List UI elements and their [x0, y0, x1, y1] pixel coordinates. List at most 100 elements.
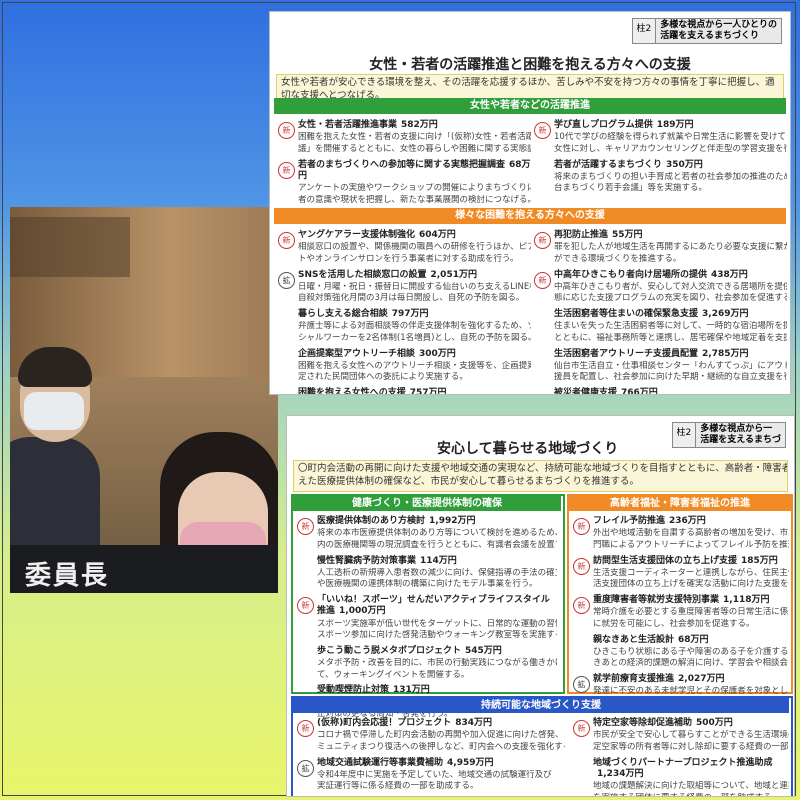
budget-item: 生活困窮者等住まいの確保緊急支援 3,269万円 住まいを失った生活困窮者等に対して…: [532, 309, 787, 344]
item-amount: 236万円: [669, 516, 706, 526]
item-description: 自殺対策強化月間の3月は毎日開設し、自死の予防を図る。: [298, 293, 525, 304]
item-description: 者の意識や現状を把握し、新たな事業展開の検討につなげる。: [298, 194, 531, 205]
item-amount: 834万円: [455, 718, 493, 728]
budget-item: 慢性腎臓病予防対策事業 114万円 人工透析の新規導入患者数の減少に向け、保健指導の…: [295, 556, 557, 591]
item-description: 門職によるアウトリーチによってフレイル予防を推進する: [593, 539, 789, 550]
new-badge: 新: [297, 518, 314, 535]
item-amount: 604万円: [419, 230, 456, 240]
pillar-text-line-2: 活躍を支えるまちづくり: [660, 30, 759, 41]
item-heading: 女性・若者活躍推進事業 582万円: [298, 120, 531, 131]
budget-item: 新若者のまちづくりへの参加等に関する実態把握調査 68万円 アンケートの実施やワーク…: [276, 160, 531, 206]
item-description: スポーツ実施率が低い世代をターゲットに、日常的な運動の習慣化を図るため、: [317, 618, 557, 629]
policy-document-1: 柱2 多様な視点から一人ひとりの 活躍を支えるまちづくり 女性・若者の活躍推進と…: [270, 12, 790, 394]
budget-item: 企画提案型アウトリーチ相談 300万円 困難を抱える女性へのアウトリーチ相談・支援等…: [276, 349, 531, 384]
policy-document-2: 柱2 多様な視点から一 活躍を支えるまちづ 安心して暮らせる地域づくり 〇町内会…: [287, 416, 794, 796]
item-description: に就労を可能にし、社会参加を促進する。: [593, 618, 755, 629]
item-heading: 学び直しプログラム提供 189万円: [554, 120, 787, 131]
item-heading: 地域交通試験運行等事業費補助 4,959万円: [317, 758, 565, 769]
item-description: トやオンラインサロンを行う事業者に対する助成を行う。: [298, 253, 519, 264]
new-badge: 新: [573, 518, 590, 535]
budget-item: 被災者健康支援766万円被災された方々の心と体の健康状態を把握し、健康づくりや心…: [532, 388, 787, 394]
new-badge: 新: [534, 271, 551, 289]
item-name: 地域づくりパートナープロジェクト推進助成: [593, 757, 773, 768]
item-name: (仮称)町内会応援！プロジェクト: [317, 718, 452, 728]
budget-item: 暮らし支える総合相談 797万円 弁護士等による対面相談等の伴走支援体制を強化するた…: [276, 309, 531, 344]
item-amount: 2,051万円: [430, 269, 477, 280]
item-heading: 生活困窮者アウトリーチ支援員配置 2,785万円: [554, 349, 787, 360]
section2-right: 新再犯防止推進55万円罪を犯した人が地域生活を再開するにあたり必要な支援に繋がる…: [532, 230, 787, 394]
item-description: 中高年ひきこもり者が、安心して対人交流できる居場所を提供し、状: [554, 281, 787, 292]
expanded-badge: 拡: [297, 759, 314, 777]
item-amount: 757万円: [409, 388, 447, 394]
item-name: ヤングケアラー支援体制強化: [298, 230, 416, 240]
budget-item: 新「いいね！スポーツ」せんだいアクティブライフスタイル推進 1,000万円 スポーツ…: [295, 595, 557, 641]
item-heading: 医療提供体制のあり方検討 1,992万円: [317, 516, 557, 527]
item-name: 女性・若者活躍推進事業: [298, 120, 398, 130]
item-description: とともに、福祉事務所等と連携し、居宅確保や地域定着を支援する。: [554, 332, 787, 343]
item-description: を実施する団体に要する経費の一部を助成する。: [593, 793, 789, 796]
item-name: 若者が活躍するまちづくり: [554, 159, 663, 170]
item-name: 学び直しプログラム提供: [554, 120, 653, 130]
item-description: メタボ予防・改善を目的に、市民の行動実践につながる働きかけとし: [317, 658, 557, 668]
item-description: 外出や地域活動を自粛する高齢者の増加を受け、市民と: [593, 528, 789, 539]
budget-item: 生活困窮者アウトリーチ支援員配置 2,785万円 仙台市生活自立・仕事相談センター「…: [532, 349, 787, 384]
item-heading: 受動喫煙防止対策 131万円: [317, 685, 557, 696]
budget-item: 地域づくりパートナープロジェクト推進助成1,234万円 地域の課題解決に向けた取組…: [571, 758, 789, 797]
item-name: 慢性腎臓病予防対策事業: [317, 555, 417, 566]
item-amount: 350万円: [666, 159, 703, 170]
pillar-tag: 柱2 多様な視点から一人ひとりの 活躍を支えるまちづくり: [631, 18, 782, 44]
item-amount: 55万円: [612, 230, 643, 240]
document-intro-2: 〇町内会活動の再開に向けた支援や地域交通の実現など、持続可能な地域づくりを目指す…: [293, 460, 788, 492]
person-left-mask: [24, 392, 84, 430]
item-amount: 1,118万円: [723, 595, 770, 605]
item-description: 態に応じた支援プログラムの充実を図り、社会参加を促進する。: [554, 293, 787, 304]
item-description: 議」を開催するとともに、女性の暮らしや困難に関する実態調査を行う。: [298, 143, 531, 154]
item-description: アンケートの実施やワークショップの開催によりまちづくりに関する若: [298, 183, 531, 193]
budget-item: 新学び直しプログラム提供 189万円 10代で学びの経験を得られず就業や日常生活に影…: [532, 120, 787, 155]
item-name: 就学前療育支援推進: [593, 674, 675, 684]
item-description: て、ウォーキングイベントを開催する。: [317, 669, 470, 680]
item-heading: 若者のまちづくりへの参加等に関する実態把握調査 68万円: [298, 160, 531, 183]
item-amount: 2,785万円: [702, 348, 749, 359]
item-name: 若者のまちづくりへの参加等に関する実態把握調査: [298, 159, 506, 170]
expanded-badge: 拡: [573, 676, 590, 693]
budget-item: 拡地域交通試験運行等事業費補助 4,959万円 令和4年度中に実施を予定していた、地…: [295, 758, 565, 793]
item-amount: 300万円: [419, 348, 456, 359]
section1-left: 新女性・若者活躍推進事業 582万円 困難を抱えた女性・若者の支援に向け「(仮称)女…: [276, 120, 531, 210]
item-description: 弁護士等による対面相談等の伴走支援体制を強化するため、ソー: [298, 321, 531, 332]
meeting-photo: [10, 207, 278, 592]
item-description: 定空家等の所有者等に対し除却に要する経費の一部を助成: [593, 741, 789, 752]
budget-item: 親なきあと生活設計68万円ひきこもり状態にある子や障害のある子を介護する親が親き…: [571, 635, 789, 670]
item-heading: 重度障害者等就労支援特別事業 1,118万円: [593, 595, 789, 606]
item-heading: 若者が活躍するまちづくり 350万円: [554, 160, 787, 171]
item-description: きあとの経済的課題の解消に向け、学習会や相談会を実施: [593, 658, 789, 669]
item-amount: 189万円: [656, 120, 694, 130]
item-heading: 困難を抱える女性への支援 757万円: [298, 388, 531, 394]
budget-item: 拡 SNSを活用した相談窓口の設置 2,051万円 日曜・月曜・祝日・振替日に開設する…: [276, 270, 531, 305]
item-amount: 3,269万円: [702, 309, 749, 319]
budget-item: 新医療提供体制のあり方検討 1,992万円 将来の本市医療提供体制のあり方等について…: [295, 516, 557, 551]
item-heading: 被災者健康支援 766万円: [554, 388, 787, 394]
budget-item: 新再犯防止推進55万円罪を犯した人が地域生活を再開するにあたり必要な支援に繋がる…: [532, 230, 787, 265]
window-glass: [10, 217, 130, 277]
section-header-welfare: 高齢者福祉・障害者福祉の推進: [569, 496, 791, 511]
item-description: 実証運行等に係る経費の一部を助成する。: [317, 781, 479, 792]
item-description: 住まいを失った生活困窮者等に対して、一時的な宿泊場所を提供する: [554, 321, 787, 332]
item-amount: 797万円: [391, 309, 429, 319]
new-badge: 新: [278, 161, 295, 179]
item-description: 常時介護を必要とする重度障害者等の日常生活に係る支: [593, 607, 789, 618]
item-heading: 慢性腎臓病予防対策事業 114万円: [317, 556, 557, 567]
item-amount: 1,234万円: [597, 768, 644, 779]
new-badge: 新: [297, 597, 314, 614]
item-heading: フレイル予防推進 236万円: [593, 516, 789, 527]
item-name: 再犯防止推進: [554, 230, 609, 240]
item-description: 令和4年度中に実施を予定していた、地域交通の試験運行及び: [317, 769, 552, 780]
intro-line-1: 〇町内会活動の再開に向けた支援や地域交通の実現など、持続可能な地域づくりを目指す…: [298, 463, 787, 474]
item-amount: 766万円: [621, 388, 658, 394]
item-name: 訪問型生活支援団体の立ち上げ支援: [593, 555, 738, 566]
budget-item: 新女性・若者活躍推進事業 582万円 困難を抱えた女性・若者の支援に向け「(仮称)女…: [276, 120, 531, 155]
item-heading: SNSを活用した相談窓口の設置 2,051万円: [298, 270, 531, 281]
item-description: 仙台市生活自立・仕事相談センター「わんすてっぷ」にアウトリーチ支: [554, 360, 787, 371]
item-name: 中高年ひきこもり者向け居場所の提供: [554, 269, 708, 280]
item-name: フレイル予防推進: [593, 516, 666, 526]
